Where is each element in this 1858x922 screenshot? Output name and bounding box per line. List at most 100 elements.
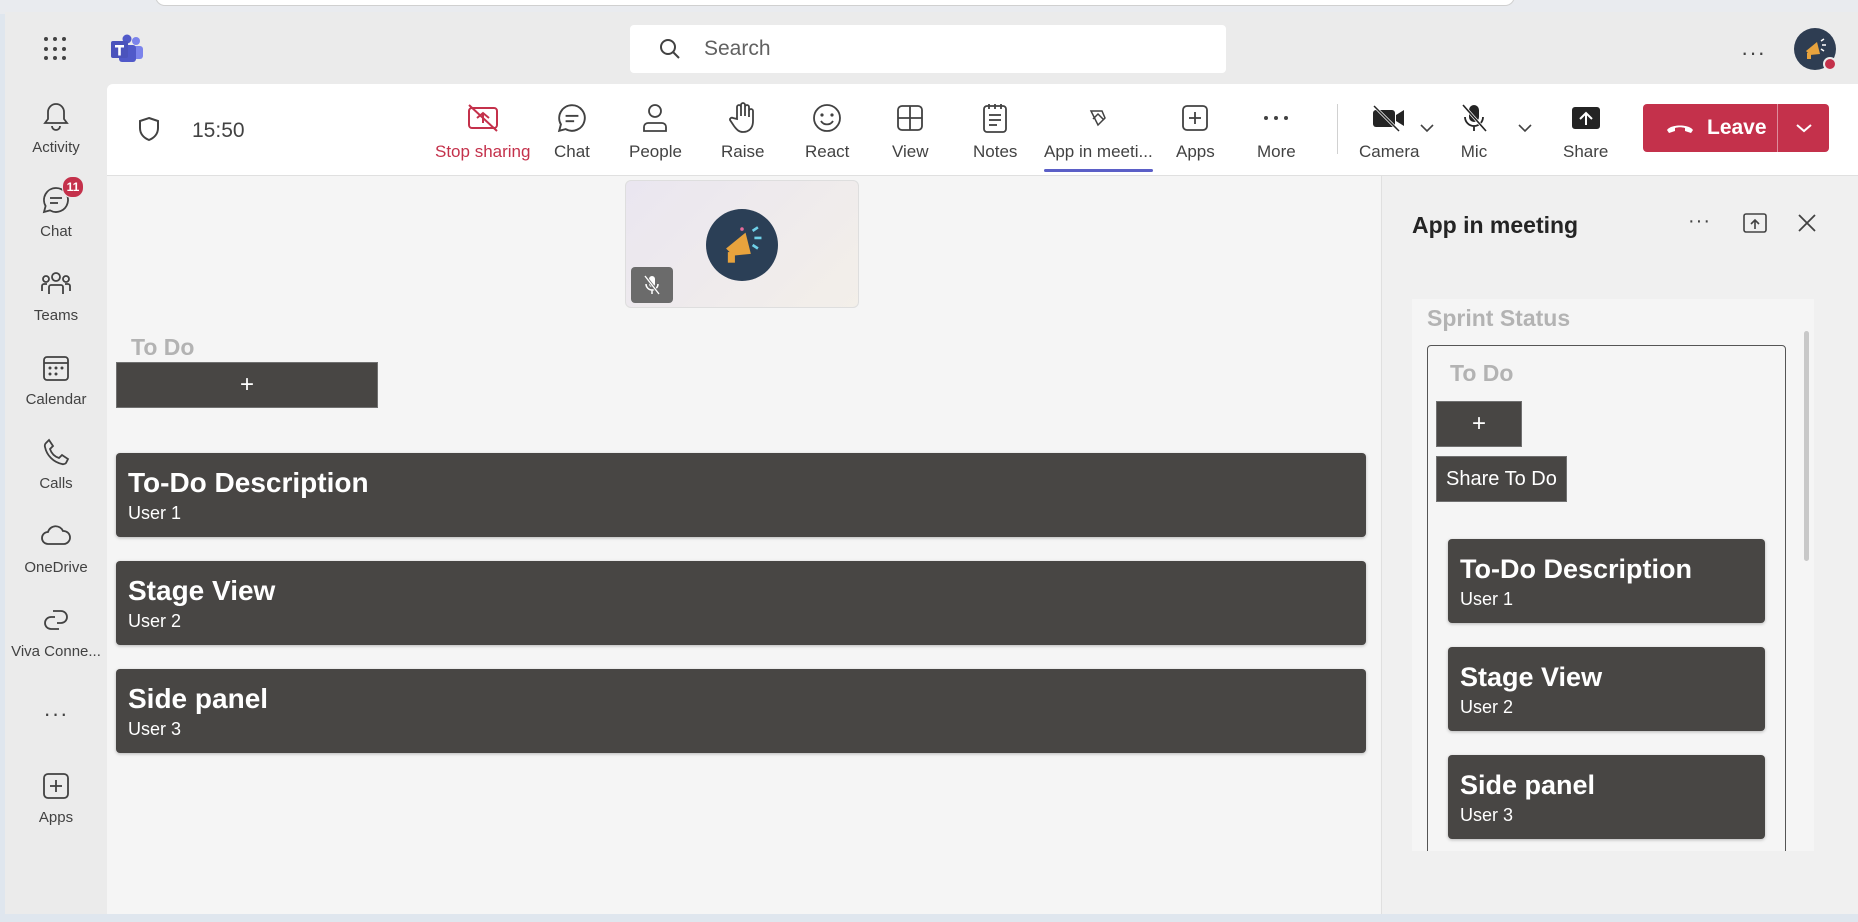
todo-card[interactable]: To-Do Description User 1 [1448, 539, 1765, 623]
search-icon [660, 39, 680, 59]
camera-options-chevron-down-icon[interactable] [1419, 120, 1435, 138]
add-todo-button[interactable]: + [1436, 401, 1522, 447]
cloud-icon [38, 516, 74, 556]
rail-item-activity[interactable]: Activity [5, 96, 107, 176]
rail-item-label: Chat [40, 223, 72, 240]
todo-card[interactable]: Side panel User 3 [1448, 755, 1765, 839]
app-in-meeting-tab[interactable]: App in meeti... [1044, 98, 1153, 172]
people-button[interactable]: People [629, 98, 682, 168]
participant-tile[interactable] [625, 180, 859, 308]
todo-heading: To Do [1450, 360, 1514, 386]
rail-item-calls[interactable]: Calls [5, 432, 107, 512]
panel-more-icon[interactable]: ··· [1688, 210, 1711, 233]
toolbar-label: People [629, 142, 682, 161]
add-todo-button[interactable]: + [116, 362, 378, 408]
share-button[interactable]: Share [1563, 98, 1608, 168]
meeting-stage: To Do + To-Do Description User 1 Stage V… [107, 176, 1380, 914]
toolbar-label: Raise [721, 142, 765, 161]
add-apps-icon [38, 766, 74, 806]
presence-busy-dot [1823, 57, 1837, 71]
camera-off-icon [1371, 98, 1407, 138]
rail-item-chat[interactable]: 11 Chat [5, 176, 107, 260]
todo-card[interactable]: Stage View User 2 [1448, 647, 1765, 731]
toolbar-label: Chat [554, 142, 590, 161]
leave-button[interactable]: Leave [1643, 104, 1829, 152]
notes-icon [981, 98, 1009, 138]
rail-item-label: Apps [38, 809, 74, 826]
muted-mic-icon [631, 267, 673, 303]
toolbar-label: Share [1563, 142, 1609, 161]
meeting-timer: 15:50 [192, 119, 245, 142]
todo-card-user: User 3 [1460, 805, 1514, 825]
toolbar-divider [1337, 104, 1338, 154]
toolbar-label: Camera [1359, 142, 1420, 161]
app-launcher-icon[interactable] [41, 34, 71, 64]
leave-main[interactable]: Leave [1643, 104, 1777, 152]
smiley-icon [811, 98, 843, 138]
meeting-toolbar: 15:50 Stop sharing Chat People Raise Rea… [107, 84, 1858, 176]
unread-badge: 11 [62, 176, 84, 198]
more-button[interactable]: More [1257, 98, 1296, 168]
mic-button[interactable]: Mic [1459, 98, 1489, 168]
view-button[interactable]: View [892, 98, 929, 168]
rail-item-label: Calls [39, 475, 73, 492]
rail-item-calendar[interactable]: Calendar [5, 348, 107, 428]
rail-item-onedrive[interactable]: OneDrive [5, 516, 107, 596]
todo-heading: To Do [131, 334, 195, 360]
rail-item-apps[interactable]: Apps [5, 766, 107, 846]
rail-more-apps[interactable]: ··· [5, 698, 107, 738]
rail-item-teams[interactable]: Teams [5, 264, 107, 344]
todo-card[interactable]: Side panel User 3 [116, 669, 1366, 753]
rail-item-label: Viva Conne... [11, 643, 101, 660]
search-box[interactable] [630, 25, 1226, 73]
camera-button[interactable]: Camera [1359, 98, 1419, 168]
avatar[interactable] [1794, 28, 1837, 71]
participant-avatar [706, 209, 778, 281]
toolbar-label: More [1257, 142, 1296, 161]
react-button[interactable]: React [805, 98, 849, 168]
todo-card-user: User 2 [1460, 697, 1514, 717]
todo-card-user: User 1 [128, 503, 182, 523]
leave-options-chevron-down-icon[interactable] [1778, 123, 1829, 133]
search-input[interactable] [704, 37, 1184, 61]
toolbar-label: Stop sharing [435, 142, 531, 161]
raise-hand-button[interactable]: Raise [721, 98, 764, 168]
settings-more-icon[interactable]: ··· [1741, 40, 1766, 66]
teams-people-icon [38, 264, 74, 304]
todo-card-user: User 2 [128, 611, 182, 631]
todo-card-title: Side panel [1460, 770, 1596, 800]
grid-view-icon [895, 98, 925, 138]
todo-card-user: User 1 [1460, 589, 1514, 609]
shield-icon[interactable] [137, 116, 161, 147]
left-rail: Activity 11 Chat Teams Calendar Calls On… [5, 86, 107, 914]
chat-button[interactable]: Chat [554, 98, 590, 168]
todo-card[interactable]: Stage View User 2 [116, 561, 1366, 645]
mic-options-chevron-down-icon[interactable] [1517, 120, 1533, 138]
megaphone-icon [726, 226, 762, 263]
browser-address-bar-edge [155, 0, 1515, 6]
todo-card-user: User 3 [128, 719, 182, 739]
toolbar-label: View [892, 142, 929, 161]
mic-off-icon [1459, 98, 1489, 138]
hand-icon [728, 98, 758, 138]
bell-icon [38, 96, 74, 136]
notes-button[interactable]: Notes [973, 98, 1017, 168]
chat-icon [556, 98, 588, 138]
share-todo-button[interactable]: Share To Do [1436, 456, 1567, 502]
add-apps-icon [1180, 98, 1210, 138]
more-icon [1261, 98, 1291, 138]
active-tab-indicator [1044, 169, 1153, 172]
toolbar-label: Notes [973, 142, 1018, 161]
rail-item-viva-connections[interactable]: Viva Conne... [5, 600, 107, 680]
todo-card[interactable]: To-Do Description User 1 [116, 453, 1366, 537]
todo-card-title: Stage View [128, 575, 276, 606]
app-icon [1087, 98, 1109, 138]
app-side-panel: App in meeting ··· Sprint Status To Do +… [1381, 176, 1858, 914]
pop-out-icon[interactable] [1742, 212, 1768, 239]
toolbar-label: React [805, 142, 850, 161]
panel-scrollbar[interactable] [1804, 331, 1809, 561]
apps-button[interactable]: Apps [1176, 98, 1215, 168]
close-icon[interactable] [1796, 212, 1818, 239]
stop-sharing-button[interactable]: Stop sharing [435, 98, 530, 168]
viva-connections-icon [38, 600, 74, 640]
